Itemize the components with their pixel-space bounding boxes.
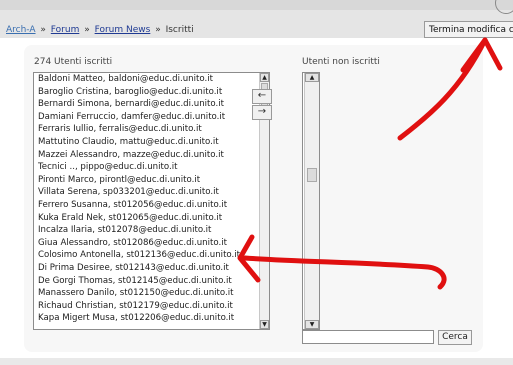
list-item[interactable]: Ferrero Susanna, st012056@educ.di.unito.… bbox=[34, 199, 269, 212]
list-item[interactable]: Damiani Ferruccio, damfer@educ.di.unito.… bbox=[34, 111, 269, 124]
remove-user-arrow-button[interactable]: → bbox=[252, 105, 272, 120]
search-input[interactable] bbox=[302, 330, 434, 344]
subscribed-users-list[interactable]: Baldoni Matteo, baldoni@educ.di.unito.it… bbox=[33, 72, 270, 330]
list-item[interactable]: Richaud Christian, st012179@educ.di.unit… bbox=[34, 300, 269, 313]
list-item[interactable]: Tecnici .., pippo@educ.di.unito.it bbox=[34, 161, 269, 174]
scroll-down-icon[interactable]: ▼ bbox=[260, 320, 269, 329]
breadcrumb-forum-link[interactable]: Forum bbox=[51, 25, 80, 35]
list-item[interactable]: Villata Serena, sp033201@educ.di.unito.i… bbox=[34, 186, 269, 199]
list-item[interactable]: Di Prima Desiree, st012143@educ.di.unito… bbox=[34, 262, 269, 275]
list-item[interactable]: Baldoni Matteo, baldoni@educ.di.unito.it bbox=[34, 73, 269, 86]
top-strip bbox=[0, 0, 513, 10]
scroll-up-icon[interactable]: ▲ bbox=[260, 73, 269, 82]
breadcrumb-forum-news-link[interactable]: Forum News bbox=[95, 25, 151, 35]
breadcrumb: Arch-A » Forum » Forum News » Iscritti bbox=[6, 25, 194, 35]
breadcrumb-separator: » bbox=[40, 25, 46, 35]
subscribed-users-items: Baldoni Matteo, baldoni@educ.di.unito.it… bbox=[34, 73, 269, 325]
list-item[interactable]: Giua Alessandro, st012086@educ.di.unito.… bbox=[34, 237, 269, 250]
finish-editing-button[interactable]: Termina modifica cor bbox=[424, 21, 513, 38]
list-item[interactable]: Mattutino Claudio, mattu@educ.di.unito.i… bbox=[34, 136, 269, 149]
unsubscribed-users-list[interactable]: ▲ ▼ bbox=[302, 72, 320, 330]
subscribed-title: 274 Utenti iscritti bbox=[34, 57, 113, 67]
list-item[interactable]: Colosimo Antonella, st012136@educ.di.uni… bbox=[34, 249, 269, 262]
list-item[interactable]: Incalza Ilaria, st012078@educ.di.unito.i… bbox=[34, 224, 269, 237]
list-item[interactable]: Kuka Erald Nek, st012065@educ.di.unito.i… bbox=[34, 212, 269, 225]
bottom-border bbox=[0, 358, 513, 365]
breadcrumb-separator: » bbox=[155, 25, 161, 35]
add-user-arrow-button[interactable]: ← bbox=[252, 89, 272, 104]
list-item[interactable]: Kapa Migert Musa, st012206@educ.di.unito… bbox=[34, 312, 269, 325]
scroll-thumb[interactable] bbox=[307, 168, 317, 182]
list-item[interactable]: De Gorgi Thomas, st012145@educ.di.unito.… bbox=[34, 275, 269, 288]
unsubscribed-list-scrollbar[interactable]: ▲ ▼ bbox=[304, 73, 319, 329]
list-item[interactable]: Baroglio Cristina, baroglio@educ.di.unit… bbox=[34, 86, 269, 99]
breadcrumb-home-link[interactable]: Arch-A bbox=[6, 25, 36, 35]
list-item[interactable]: Ferraris Iullio, ferralis@educ.di.unito.… bbox=[34, 123, 269, 136]
search-button[interactable]: Cerca bbox=[438, 330, 472, 345]
breadcrumb-separator: » bbox=[84, 25, 90, 35]
unsubscribed-title: Utenti non iscritti bbox=[302, 57, 380, 67]
list-item[interactable]: Manassero Danilo, st012150@educ.di.unito… bbox=[34, 287, 269, 300]
breadcrumb-current: Iscritti bbox=[165, 25, 194, 35]
list-item[interactable]: Pironti Marco, pirontl@educ.di.unito.it bbox=[34, 174, 269, 187]
list-item[interactable]: Bernardi Simona, bernardi@educ.di.unito.… bbox=[34, 98, 269, 111]
scroll-down-icon[interactable]: ▼ bbox=[305, 320, 319, 329]
list-item[interactable]: Mazzei Alessandro, mazze@educ.di.unito.i… bbox=[34, 149, 269, 162]
scroll-up-icon[interactable]: ▲ bbox=[305, 73, 319, 82]
